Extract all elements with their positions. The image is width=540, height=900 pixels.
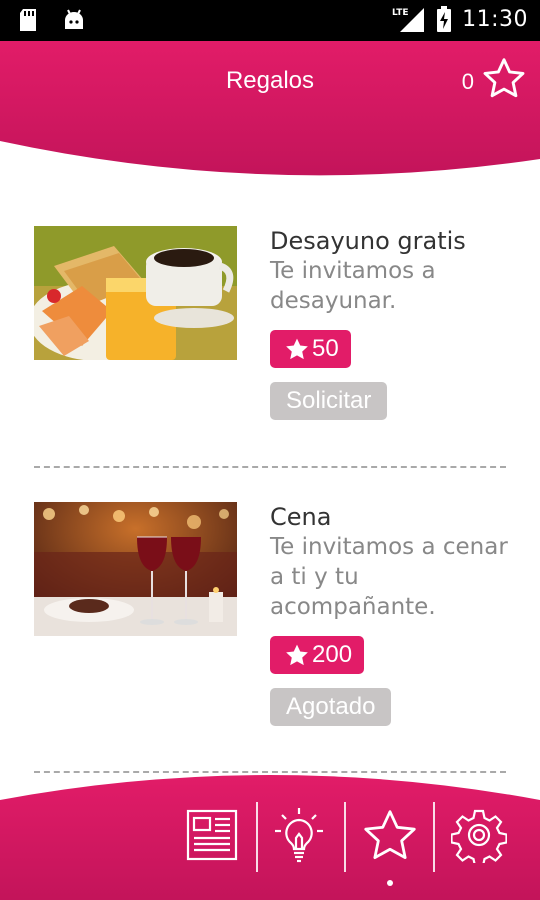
sold-out-button[interactable]: Agotado: [270, 688, 392, 726]
star-icon: [286, 644, 308, 666]
settings-gear-icon[interactable]: [449, 805, 509, 865]
star-outline-icon[interactable]: [482, 57, 526, 99]
star-icon[interactable]: [360, 805, 420, 865]
gift-info: Desayuno gratis Te invitamos a desayunar…: [270, 226, 520, 420]
cost-value: 50: [312, 335, 339, 362]
gift-title: Desayuno gratis: [270, 227, 466, 255]
gift-info: Cena Te invitamos a cenar a ti y tu acom…: [270, 502, 520, 726]
android-icon: [62, 8, 86, 32]
bottom-navigation: [0, 760, 540, 900]
sd-card-icon: [18, 8, 38, 32]
page-title: Regalos: [225, 67, 315, 94]
active-indicator: [387, 880, 393, 886]
star-icon: [286, 338, 308, 360]
network-label: LTE: [392, 8, 409, 18]
nav-separator: [344, 802, 346, 872]
cost-badge: 50: [270, 330, 351, 368]
cost-value: 200: [312, 641, 353, 668]
dinner-photo: [34, 502, 237, 636]
signal-icon: LTE: [392, 6, 426, 32]
request-button[interactable]: Solicitar: [270, 382, 388, 420]
status-bar: LTE 11:30: [0, 0, 540, 41]
nav-separator: [433, 802, 435, 872]
lightbulb-icon[interactable]: [269, 805, 329, 865]
cost-badge: 200: [270, 636, 365, 674]
breakfast-photo: [34, 226, 237, 360]
news-icon[interactable]: [182, 805, 242, 865]
points-count: 0: [461, 69, 474, 94]
gift-description: Te invitamos a desayunar.: [270, 258, 436, 314]
nav-separator: [256, 802, 258, 872]
gift-description: Te invitamos a cenar a ti y tu acompañan…: [270, 534, 508, 620]
clock: 11:30: [462, 6, 528, 32]
battery-charging-icon: [436, 6, 452, 32]
app-header: Regalos 0: [0, 41, 540, 176]
divider: [34, 466, 506, 468]
header-background: [0, 41, 540, 176]
gift-title: Cena: [270, 503, 332, 531]
